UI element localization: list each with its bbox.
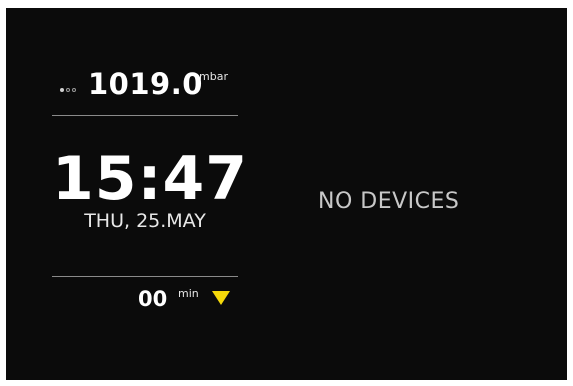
pressure-readout: 1019.0 mbar <box>52 66 238 106</box>
pressure-indicator-dots <box>60 88 76 92</box>
device-screen: 1019.0 mbar 15:47 THU, 25.MAY 00 min NO … <box>6 8 567 380</box>
devices-status: NO DEVICES <box>318 189 460 214</box>
indicator-dot-filled <box>60 88 64 92</box>
divider-bottom <box>52 276 238 277</box>
pressure-value: 1019.0 <box>88 67 203 101</box>
clock-date: THU, 25.MAY <box>84 210 206 232</box>
pressure-unit: mbar <box>199 70 228 83</box>
timer-unit: min <box>178 287 199 300</box>
info-panel: 1019.0 mbar 15:47 THU, 25.MAY 00 min <box>52 8 248 380</box>
divider-top <box>52 115 238 116</box>
triangle-down-icon[interactable] <box>212 291 230 305</box>
timer-readout[interactable]: 00 min <box>52 286 238 316</box>
indicator-dot-empty <box>66 88 70 92</box>
clock-time: 15:47 <box>52 144 248 214</box>
timer-value: 00 <box>138 287 168 311</box>
indicator-dot-empty <box>72 88 76 92</box>
